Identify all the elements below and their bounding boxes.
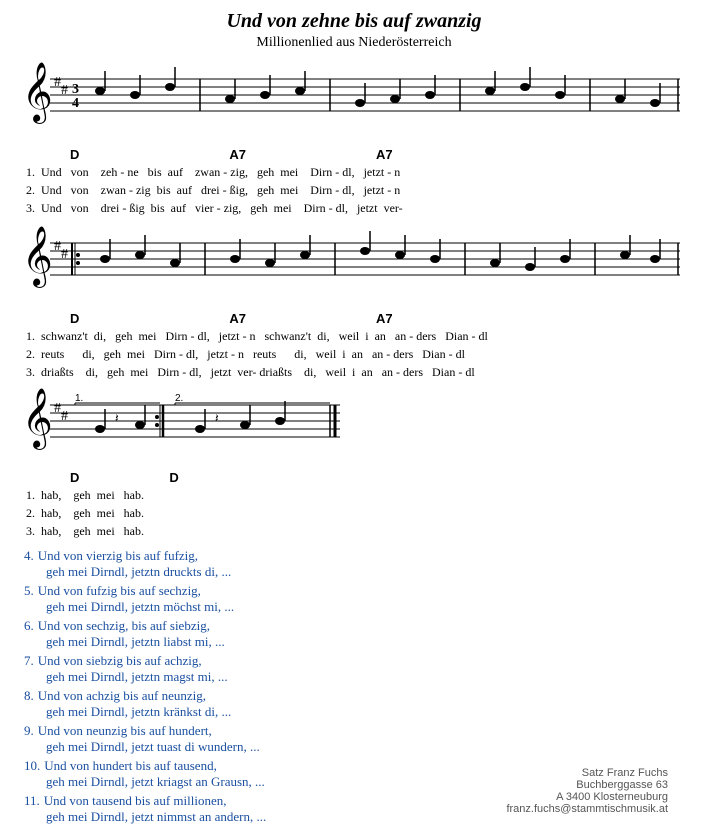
svg-text:𝄽: 𝄽 <box>215 411 219 425</box>
svg-text:𝄞: 𝄞 <box>22 226 53 288</box>
lyrics-block-ending: 1. hab, geh mei hab. 2. hab, geh mei hab… <box>20 486 688 540</box>
svg-text:#: # <box>54 75 61 90</box>
footer-line3: A 3400 Klosterneuburg <box>506 791 668 803</box>
verse-number: 7. <box>24 653 34 668</box>
chord-A7-3: A7 <box>229 311 246 326</box>
verse-number: 8. <box>24 688 34 703</box>
lyric-line-2-3: 3. driaßts di, geh mei Dirn - dl, jetzt … <box>26 363 688 381</box>
svg-text:3: 3 <box>72 82 79 97</box>
chord-D-2: D <box>70 311 79 326</box>
lyric-line-end-1: 1. hab, geh mei hab. <box>26 486 688 504</box>
footer: Satz Franz Fuchs Buchberggasse 63 A 3400… <box>506 767 668 815</box>
extra-verse-line: geh mei Dirndl, jetzt tuast di wundern, … <box>24 739 688 755</box>
extra-verse-line: geh mei Dirndl, jetztn druckts di, ... <box>24 564 688 580</box>
extra-verse-line: 6.Und von sechzig, bis auf siebzig, <box>24 618 688 634</box>
lyric-line-end-2: 2. hab, geh mei hab. <box>26 504 688 522</box>
lyric-line-1-3: 3. Und von drei - ßig bis auf vier - zig… <box>26 199 688 217</box>
svg-text:1.: 1. <box>75 393 83 404</box>
extra-verse-line: 4.Und von vierzig bis auf fufzig, <box>24 548 688 564</box>
svg-text:#: # <box>54 239 61 254</box>
verse-number: 5. <box>24 583 34 598</box>
extra-verse-line: 5.Und von fufzig bis auf sechzig, <box>24 583 688 599</box>
lyrics-block-1: 1. Und von zeh - ne bis auf zwan - zig, … <box>20 163 688 217</box>
svg-text:𝄞: 𝄞 <box>22 62 53 124</box>
song-title: Und von zehne bis auf zwanzig <box>20 10 688 33</box>
chord-D-end1: D <box>70 470 79 485</box>
chord-D-end2: D <box>169 470 178 485</box>
verse-number: 6. <box>24 618 34 633</box>
footer-line1: Satz Franz Fuchs <box>506 767 668 779</box>
extra-verse-line: geh mei Dirndl, jetztn kränkst di, ... <box>24 704 688 720</box>
lyric-line-end-3: 3. hab, geh mei hab. <box>26 522 688 540</box>
staff-2: 𝄞 # # <box>20 223 688 307</box>
extra-verse: 9.Und von neunzig bis auf hundert,geh me… <box>24 723 688 755</box>
extra-verse: 4.Und von vierzig bis auf fufzig,geh mei… <box>24 548 688 580</box>
extra-verse-line: 9.Und von neunzig bis auf hundert, <box>24 723 688 739</box>
verse-number: 10. <box>24 758 40 773</box>
chords-row-2: D A7 A7 <box>20 311 688 326</box>
verse-number: 4. <box>24 548 34 563</box>
extra-verse: 5.Und von fufzig bis auf sechzig,geh mei… <box>24 583 688 615</box>
footer-line2: Buchberggasse 63 <box>506 779 668 791</box>
svg-text:#: # <box>61 247 68 262</box>
extra-verse-line: geh mei Dirndl, jetztn magst mi, ... <box>24 669 688 685</box>
chord-A7-1: A7 <box>229 147 246 162</box>
chord-A7-4: A7 <box>376 311 393 326</box>
svg-text:4: 4 <box>72 96 79 111</box>
chord-A7-2: A7 <box>376 147 393 162</box>
verse-number: 11. <box>24 793 40 808</box>
svg-text:#: # <box>54 401 61 416</box>
svg-text:#: # <box>61 409 68 424</box>
chords-ending: D D <box>20 470 688 485</box>
lyric-line-2-1: 1. schwanz't di, geh mei Dirn - dl, jetz… <box>26 327 688 345</box>
lyric-line-2-2: 2. reuts di, geh mei Dirn - dl, jetzt - … <box>26 345 688 363</box>
extra-verse-line: 8.Und von achzig bis auf neunzig, <box>24 688 688 704</box>
lyric-line-1-1: 1. Und von zeh - ne bis auf zwan - zig, … <box>26 163 688 181</box>
lyric-line-1-2: 2. Und von zwan - zig bis auf drei - ßig… <box>26 181 688 199</box>
lyrics-block-2: 1. schwanz't di, geh mei Dirn - dl, jetz… <box>20 327 688 381</box>
staff-3: 𝄞 # # 1. 𝄽 2. <box>20 387 688 466</box>
extra-verse-line: geh mei Dirndl, jetztn liabst mi, ... <box>24 634 688 650</box>
svg-text:#: # <box>61 83 68 98</box>
footer-line4: franz.fuchs@stammtischmusik.at <box>506 803 668 815</box>
extra-verse: 7.Und von siebzig bis auf achzig,geh mei… <box>24 653 688 685</box>
chords-row-1: D A7 A7 <box>20 147 688 162</box>
svg-text:𝄞: 𝄞 <box>22 388 53 450</box>
extra-verse-line: 7.Und von siebzig bis auf achzig, <box>24 653 688 669</box>
verse-number: 9. <box>24 723 34 738</box>
extra-verse-line: geh mei Dirndl, jetztn möchst mi, ... <box>24 599 688 615</box>
song-subtitle: Millionenlied aus Niederösterreich <box>20 35 688 51</box>
extra-verse: 6.Und von sechzig, bis auf siebzig,geh m… <box>24 618 688 650</box>
chord-D-1: D <box>70 147 79 162</box>
extra-verse: 8.Und von achzig bis auf neunzig,geh mei… <box>24 688 688 720</box>
svg-text:𝄽: 𝄽 <box>115 411 119 425</box>
svg-text:2.: 2. <box>175 393 183 404</box>
staff-1: 𝄞 # # 3 4 <box>20 59 688 143</box>
